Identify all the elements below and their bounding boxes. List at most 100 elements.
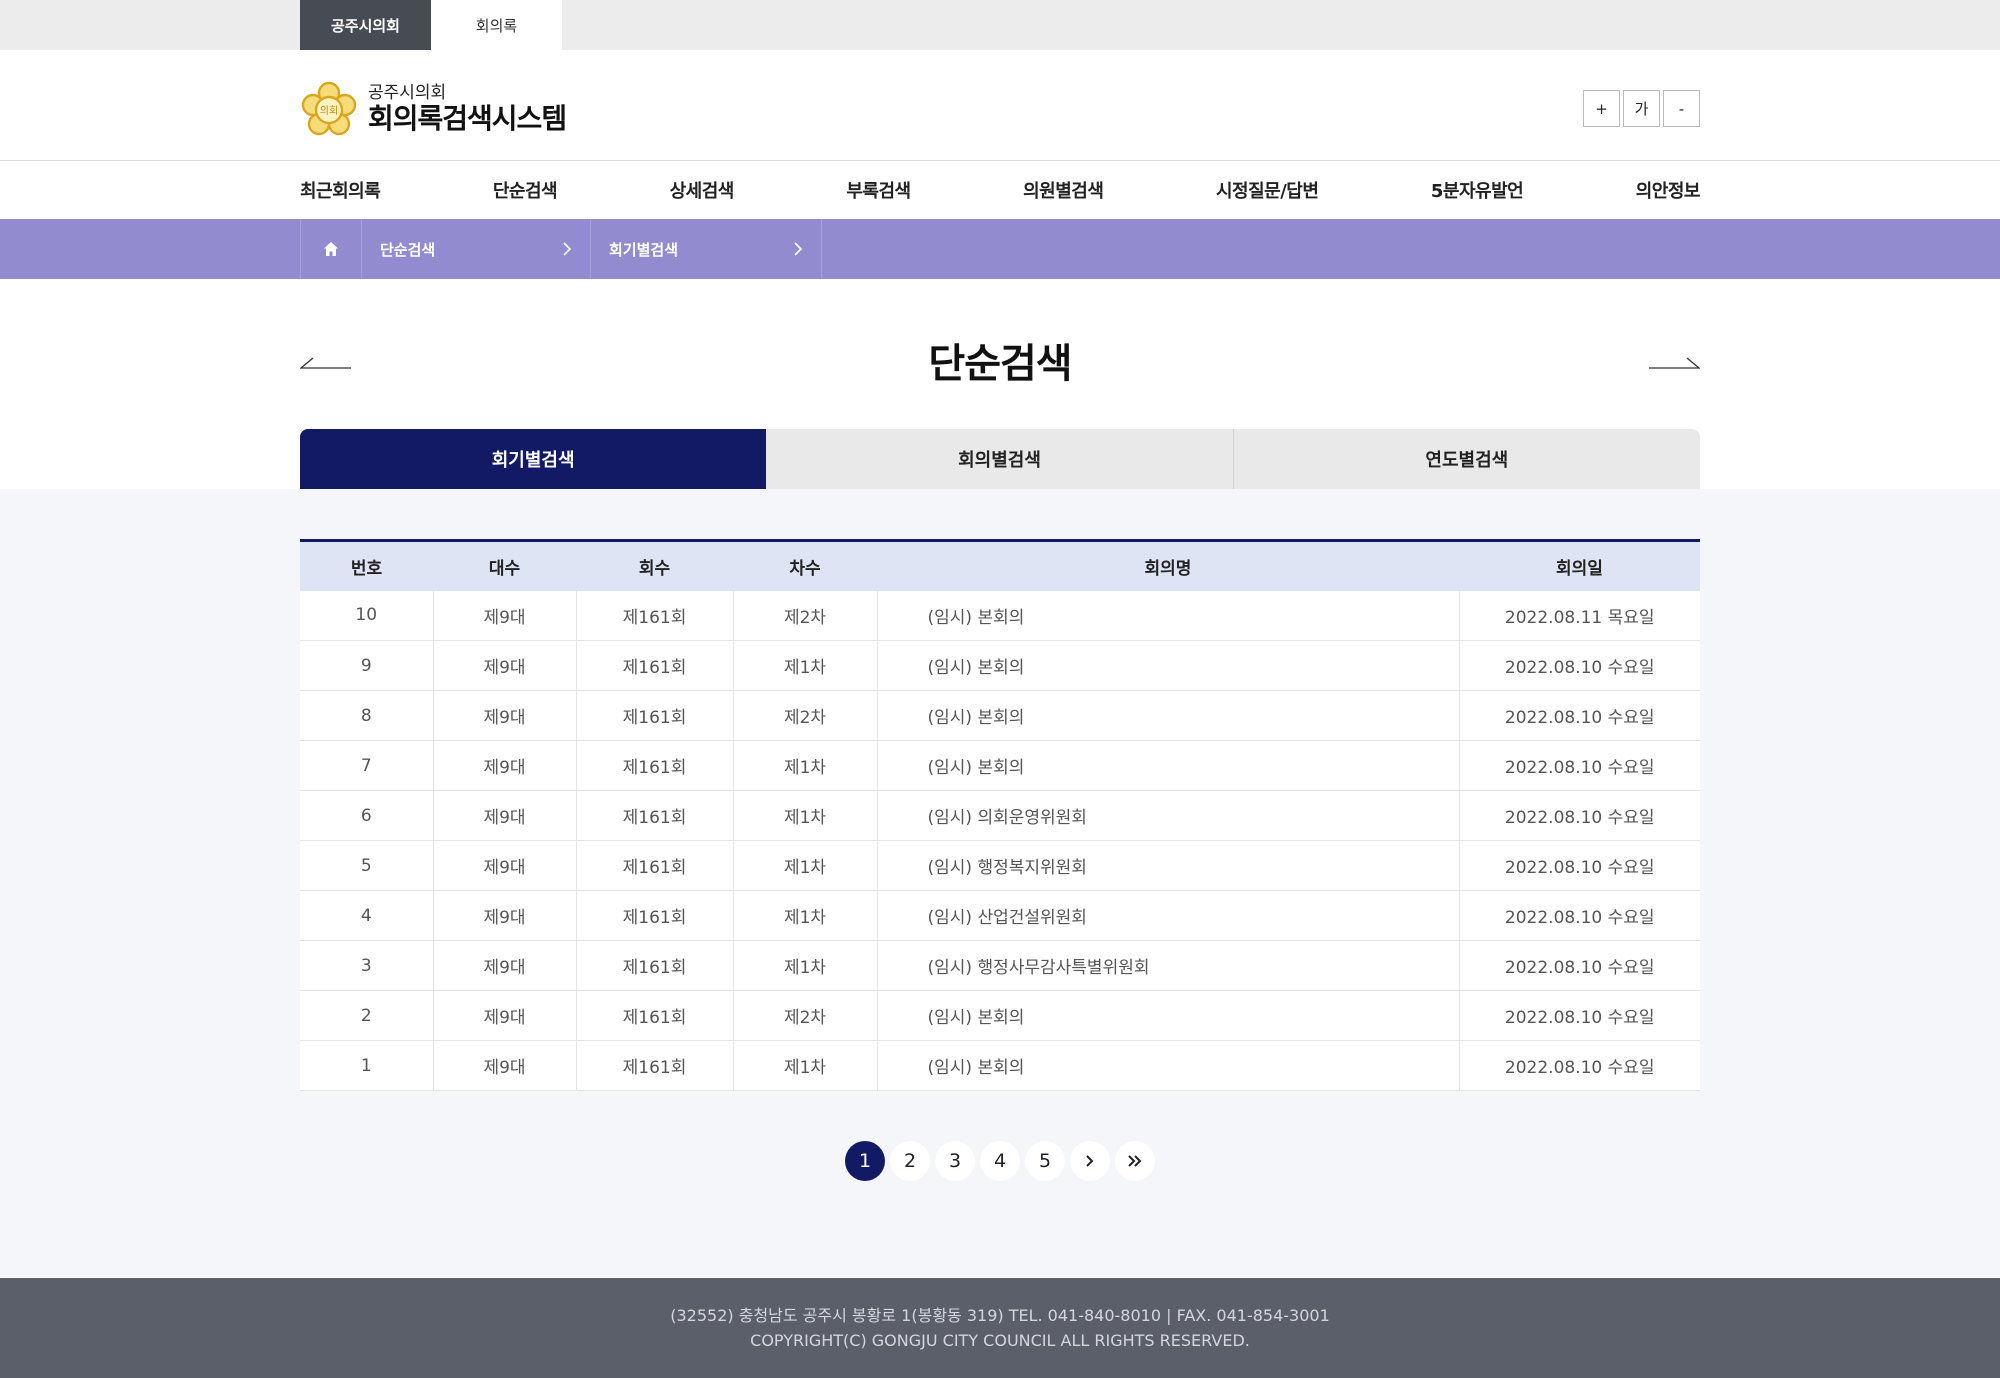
title-area: 단순검색 — [0, 279, 2000, 429]
cell-round: 제2차 — [733, 690, 878, 741]
search-tabs: 회기별검색 회의별검색 연도별검색 — [0, 429, 2000, 489]
cell-session: 제161회 — [576, 840, 734, 891]
cell-round: 제1차 — [733, 1040, 878, 1091]
cell-term: 제9대 — [433, 940, 577, 991]
home-icon — [324, 242, 338, 256]
table-row[interactable]: 7 제9대 제161회 제1차 (임시) 본회의 2022.08.10 수요일 — [300, 740, 1700, 791]
cell-term: 제9대 — [433, 790, 577, 841]
cell-meeting-name[interactable]: (임시) 산업건설위원회 — [877, 890, 1460, 941]
nav-item-bill-info[interactable]: 의안정보 — [1636, 177, 1701, 203]
cell-number: 4 — [300, 890, 434, 941]
cell-term: 제9대 — [433, 990, 577, 1041]
tab-year-search[interactable]: 연도별검색 — [1232, 429, 1700, 489]
table-row[interactable]: 5 제9대 제161회 제1차 (임시) 행정복지위원회 2022.08.10 수요일 — [300, 840, 1700, 891]
font-reset-button[interactable]: 가 — [1623, 90, 1660, 127]
column-header-session: 회수 — [576, 540, 733, 591]
nav-item-detail-search[interactable]: 상세검색 — [670, 177, 735, 203]
page-4-button[interactable]: 4 — [980, 1141, 1020, 1181]
font-increase-button[interactable]: + — [1583, 90, 1620, 127]
next-page-button[interactable] — [1070, 1141, 1110, 1181]
cell-term: 제9대 — [433, 840, 577, 891]
cell-date: 2022.08.10 수요일 — [1459, 840, 1700, 891]
cell-session: 제161회 — [576, 940, 734, 991]
cell-round: 제1차 — [733, 790, 878, 841]
site-logo[interactable]: 의회 공주시의회 회의록검색시스템 — [300, 80, 567, 138]
nav-item-simple-search[interactable]: 단순검색 — [493, 177, 558, 203]
cell-meeting-name[interactable]: (임시) 의회운영위원회 — [877, 790, 1460, 841]
cell-term: 제9대 — [433, 690, 577, 741]
cell-round: 제1차 — [733, 640, 878, 691]
cell-number: 2 — [300, 990, 434, 1041]
cell-meeting-name[interactable]: (임시) 본회의 — [877, 590, 1460, 641]
breadcrumb-level2-label: 회기별검색 — [609, 240, 679, 259]
breadcrumb-home[interactable] — [300, 219, 362, 279]
cell-term: 제9대 — [433, 890, 577, 941]
page-1-button[interactable]: 1 — [845, 1141, 885, 1181]
nav-item-questions[interactable]: 시정질문/답변 — [1216, 177, 1319, 203]
chevron-right-icon — [1086, 1155, 1094, 1167]
column-header-date: 회의일 — [1459, 540, 1700, 591]
table-row[interactable]: 2 제9대 제161회 제2차 (임시) 본회의 2022.08.10 수요일 — [300, 990, 1700, 1041]
table-row[interactable]: 10 제9대 제161회 제2차 (임시) 본회의 2022.08.11 목요일 — [300, 590, 1700, 641]
cell-session: 제161회 — [576, 1040, 734, 1091]
prev-page-arrow-icon[interactable] — [300, 355, 352, 369]
breadcrumb-level2[interactable]: 회기별검색 — [591, 219, 822, 279]
nav-item-appendix-search[interactable]: 부록검색 — [846, 177, 911, 203]
cell-number: 1 — [300, 1040, 434, 1091]
cell-term: 제9대 — [433, 590, 577, 641]
cell-number: 9 — [300, 640, 434, 691]
cell-round: 제1차 — [733, 940, 878, 991]
tab-meeting-search[interactable]: 회의별검색 — [766, 429, 1233, 489]
cell-meeting-name[interactable]: (임시) 본회의 — [877, 740, 1460, 791]
cell-session: 제161회 — [576, 640, 734, 691]
footer-address: (32552) 충청남도 공주시 봉황로 1(봉황동 319) TEL. 041… — [670, 1306, 1330, 1325]
table-row[interactable]: 4 제9대 제161회 제1차 (임시) 산업건설위원회 2022.08.10 수요일 — [300, 890, 1700, 941]
last-page-button[interactable] — [1115, 1141, 1155, 1181]
tab-session-search[interactable]: 회기별검색 — [300, 429, 767, 489]
page-2-button[interactable]: 2 — [890, 1141, 930, 1181]
cell-meeting-name[interactable]: (임시) 본회의 — [877, 990, 1460, 1041]
cell-number: 5 — [300, 840, 434, 891]
nav-item-5min-speech[interactable]: 5분자유발언 — [1431, 177, 1524, 203]
cell-session: 제161회 — [576, 790, 734, 841]
topbar-tab-minutes[interactable]: 회의록 — [431, 0, 562, 50]
cell-date: 2022.08.10 수요일 — [1459, 640, 1700, 691]
cell-meeting-name[interactable]: (임시) 행정사무감사특별위원회 — [877, 940, 1460, 991]
breadcrumb: 단순검색 회기별검색 — [0, 219, 2000, 279]
cell-number: 3 — [300, 940, 434, 991]
table-header-row: 번호 대수 회수 차수 회의명 회의일 — [300, 540, 1700, 591]
cell-meeting-name[interactable]: (임시) 행정복지위원회 — [877, 840, 1460, 891]
nav-item-recent[interactable]: 최근회의록 — [300, 177, 381, 203]
footer-copyright: COPYRIGHT(C) GONGJU CITY COUNCIL ALL RIG… — [750, 1331, 1250, 1350]
cell-round: 제1차 — [733, 890, 878, 941]
cell-meeting-name[interactable]: (임시) 본회의 — [877, 640, 1460, 691]
cell-round: 제1차 — [733, 740, 878, 791]
table-row[interactable]: 9 제9대 제161회 제1차 (임시) 본회의 2022.08.10 수요일 — [300, 640, 1700, 691]
cell-meeting-name[interactable]: (임시) 본회의 — [877, 690, 1460, 741]
top-bar: 공주시의회 회의록 — [0, 0, 2000, 50]
cell-number: 10 — [300, 590, 434, 641]
header: 의회 공주시의회 회의록검색시스템 + 가 - — [0, 50, 2000, 161]
font-decrease-button[interactable]: - — [1663, 90, 1700, 127]
cell-meeting-name[interactable]: (임시) 본회의 — [877, 1040, 1460, 1091]
cell-number: 7 — [300, 740, 434, 791]
nav-item-member-search[interactable]: 의원별검색 — [1023, 177, 1104, 203]
topbar-tab-council[interactable]: 공주시의회 — [300, 0, 431, 50]
cell-round: 제2차 — [733, 590, 878, 641]
column-header-round: 차수 — [733, 540, 877, 591]
cell-date: 2022.08.10 수요일 — [1459, 740, 1700, 791]
table-row[interactable]: 1 제9대 제161회 제1차 (임시) 본회의 2022.08.10 수요일 — [300, 1040, 1700, 1091]
cell-session: 제161회 — [576, 690, 734, 741]
svg-text:의회: 의회 — [320, 105, 338, 117]
page-3-button[interactable]: 3 — [935, 1141, 975, 1181]
page-5-button[interactable]: 5 — [1025, 1141, 1065, 1181]
breadcrumb-level1[interactable]: 단순검색 — [362, 219, 591, 279]
cell-date: 2022.08.11 목요일 — [1459, 590, 1700, 641]
chevron-right-icon — [794, 242, 803, 256]
table-row[interactable]: 8 제9대 제161회 제2차 (임시) 본회의 2022.08.10 수요일 — [300, 690, 1700, 741]
next-page-arrow-icon[interactable] — [1648, 355, 1700, 369]
cell-term: 제9대 — [433, 740, 577, 791]
table-row[interactable]: 3 제9대 제161회 제1차 (임시) 행정사무감사특별위원회 2022.08.10 수… — [300, 940, 1700, 991]
table-row[interactable]: 6 제9대 제161회 제1차 (임시) 의회운영위원회 2022.08.10 수요일 — [300, 790, 1700, 841]
cell-round: 제2차 — [733, 990, 878, 1041]
